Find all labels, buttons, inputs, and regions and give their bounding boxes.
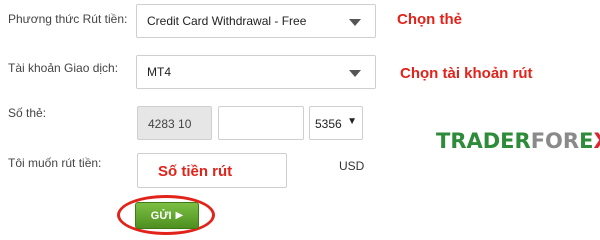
trading-account-value: MT4 [147, 65, 171, 79]
amount-input[interactable]: Số tiền rút [137, 153, 287, 188]
chevron-down-icon [349, 19, 361, 26]
card-last-digits-select[interactable]: 5356 ▼ [309, 106, 363, 140]
card-first-digits-value: 4283 10 [148, 117, 192, 131]
amount-label: Tôi muốn rút tiền: [8, 156, 102, 170]
card-number-label: Số thẻ: [8, 106, 47, 120]
trading-account-select[interactable]: MT4 [136, 55, 376, 89]
withdrawal-method-value: Credit Card Withdrawal - Free [147, 14, 307, 28]
method-annotation: Chọn thẻ [397, 11, 462, 28]
play-arrow-icon: ▶ [175, 210, 184, 221]
card-first-digits-field: 4283 10 [137, 106, 212, 140]
card-last-digits-value: 5356 [315, 117, 342, 131]
brand-part-for: FOR [530, 129, 580, 153]
withdrawal-method-label: Phương thức Rút tiền: [8, 12, 128, 26]
card-middle-digits-input[interactable] [218, 106, 304, 140]
brand-part-trader: TRADER [436, 129, 531, 153]
brand-part-e: E [579, 129, 594, 153]
currency-label: USD [339, 159, 365, 173]
traderforex-watermark: TRADERFOREX [436, 129, 600, 153]
submit-button-label: GỬI [150, 209, 172, 222]
trading-account-label: Tài khoản Giao dịch: [8, 61, 119, 75]
amount-input-text: Số tiền rút [158, 163, 233, 180]
submit-button[interactable]: GỬI ▶ [135, 202, 199, 229]
account-annotation: Chọn tài khoản rút [400, 65, 533, 82]
brand-part-x: X [593, 129, 600, 153]
caret-down-icon: ▼ [347, 116, 357, 127]
chevron-down-icon [349, 70, 361, 77]
withdrawal-method-select[interactable]: Credit Card Withdrawal - Free [136, 4, 376, 38]
